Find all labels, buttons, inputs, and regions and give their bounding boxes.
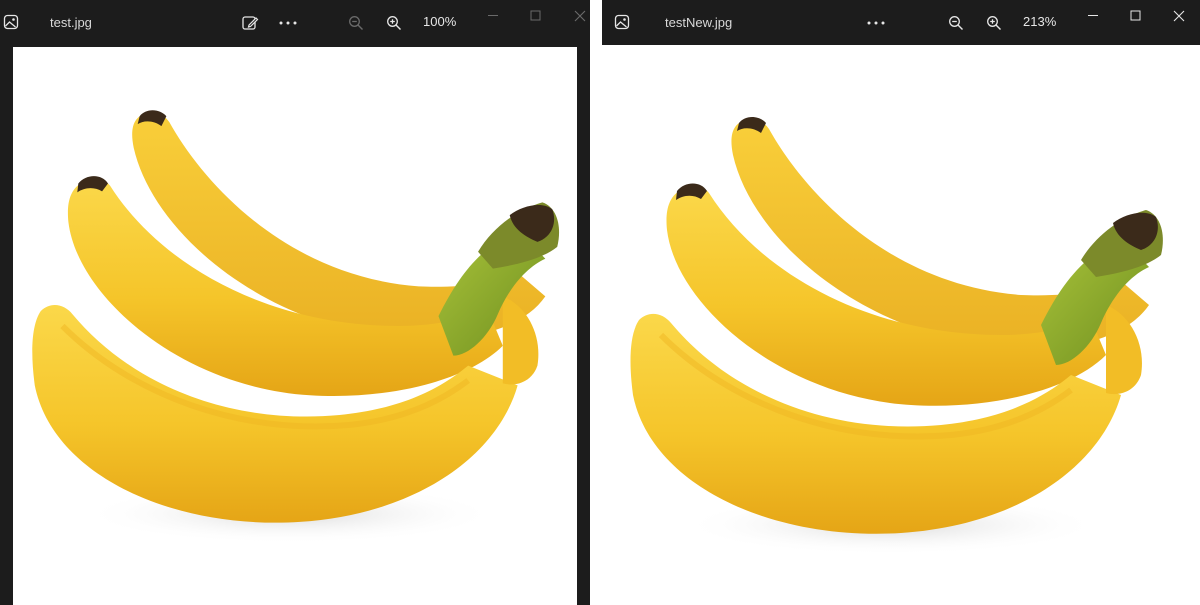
photo-viewer-window-left: test.jpg 100% [0,0,590,605]
maximize-icon[interactable] [1116,4,1156,28]
bananas-photo [13,47,577,605]
more-icon[interactable] [275,10,301,36]
more-icon[interactable] [863,10,889,36]
zoom-in-icon[interactable] [381,10,407,36]
zoom-in-icon[interactable] [981,10,1007,36]
title-bar: test.jpg 100% [0,0,590,46]
minimize-icon[interactable] [474,4,514,28]
zoom-out-icon[interactable] [943,10,969,36]
title-bar: testNew.jpg 213% [602,0,1200,46]
edit-image-icon[interactable] [237,10,263,36]
app-photo-icon[interactable] [614,14,632,32]
bananas-photo [602,45,1200,605]
image-canvas[interactable] [13,47,577,605]
close-icon[interactable] [1159,4,1199,28]
close-icon[interactable] [560,4,590,28]
zoom-level[interactable]: 213% [1023,14,1056,29]
photo-viewer-window-right: testNew.jpg 213% [602,0,1200,605]
file-name: testNew.jpg [665,15,733,30]
zoom-level[interactable]: 100% [423,14,456,29]
minimize-icon[interactable] [1074,4,1114,28]
image-canvas[interactable] [602,45,1200,605]
zoom-out-icon[interactable] [343,10,369,36]
window-divider [590,0,602,605]
file-name: test.jpg [50,15,92,30]
maximize-icon[interactable] [516,4,556,28]
app-photo-icon[interactable] [3,14,21,32]
